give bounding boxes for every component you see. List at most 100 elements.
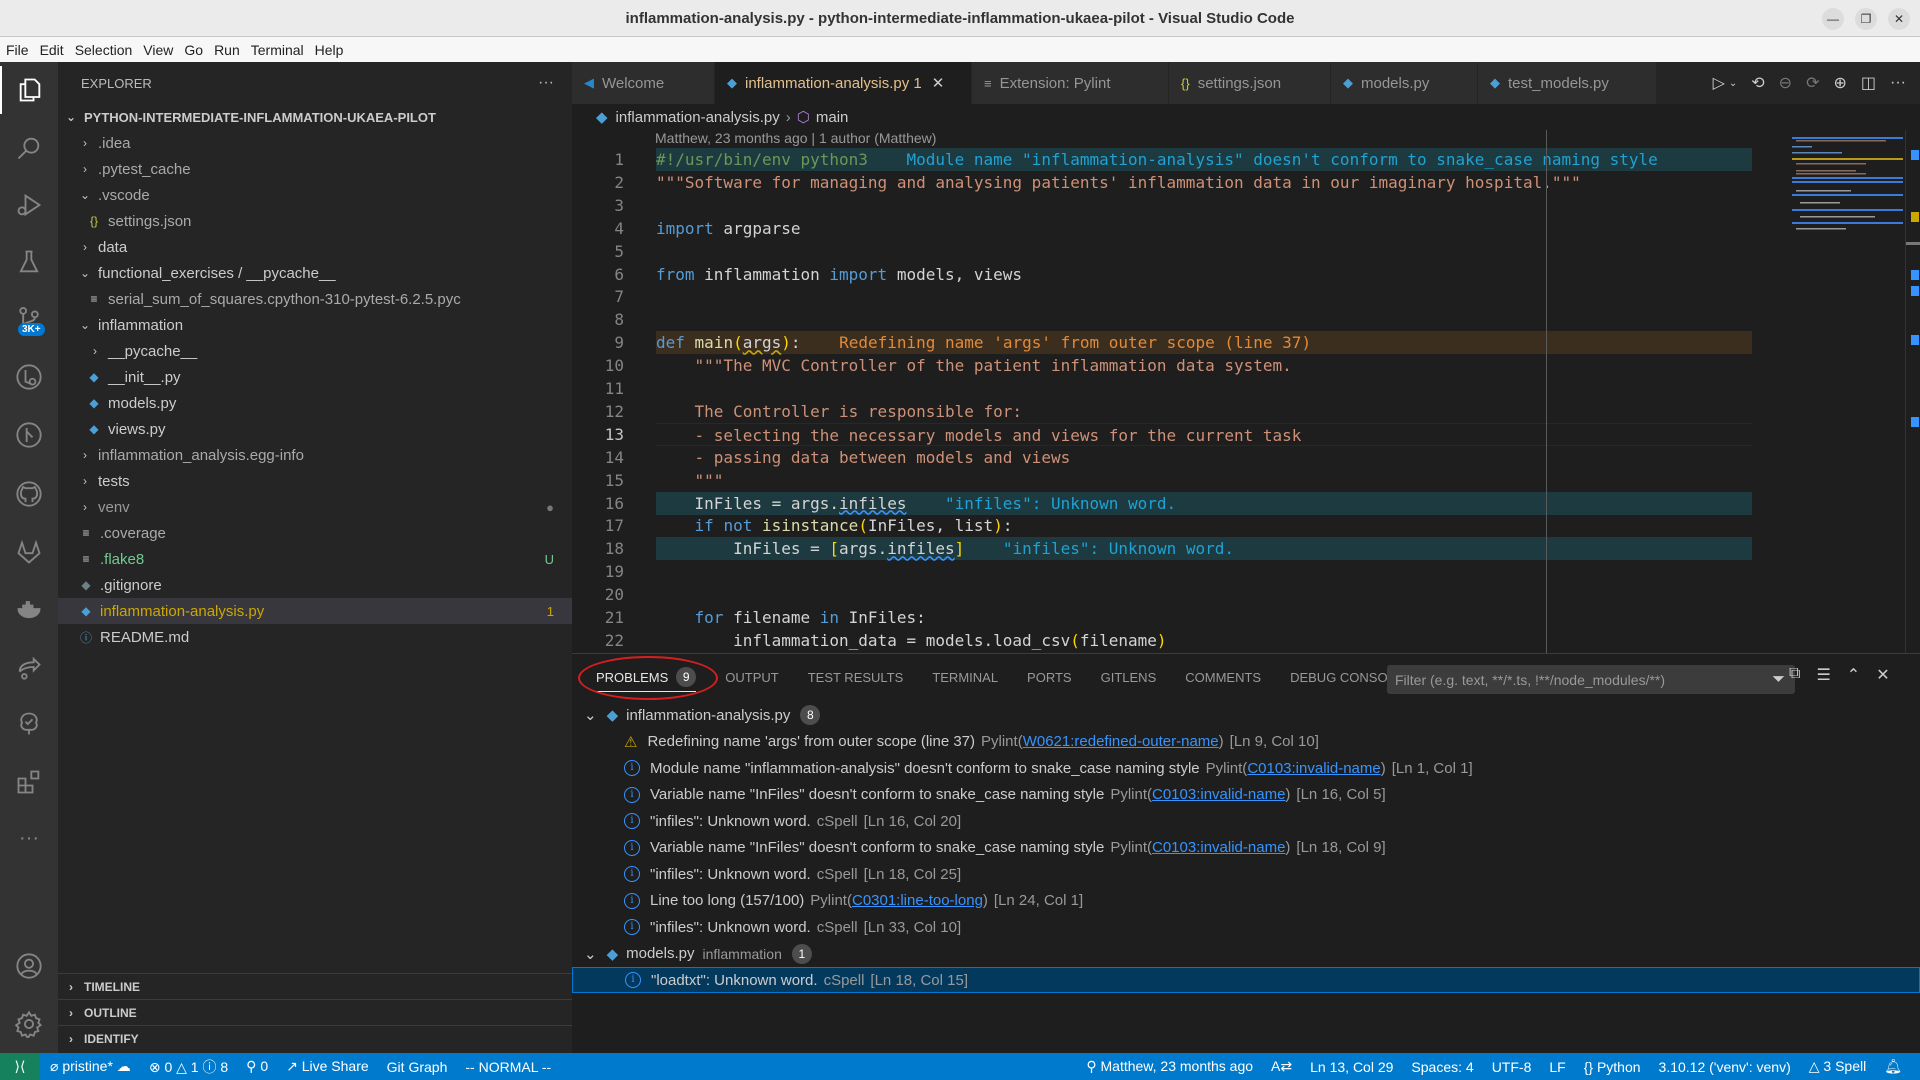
problem-item[interactable]: i "infiles": Unknown word. cSpell [Ln 33, C…: [572, 914, 1920, 940]
menu-help[interactable]: Help: [315, 42, 344, 58]
scroll-thumb[interactable]: [1906, 242, 1920, 245]
tree-item[interactable]: › venv ●: [58, 494, 572, 520]
run-dropdown-icon[interactable]: ⌄: [1729, 78, 1737, 89]
problem-item[interactable]: ⚠ Redefining name 'args' from outer scope…: [572, 729, 1920, 755]
code-line[interactable]: - selecting the necessary models and vie…: [656, 422, 1752, 446]
tree-item[interactable]: ◆ models.py: [58, 390, 572, 416]
live-share-icon[interactable]: [0, 643, 58, 691]
restore-button[interactable]: ❐: [1855, 8, 1877, 30]
minimap[interactable]: [1792, 130, 1903, 653]
breadcrumb-file[interactable]: inflammation-analysis.py: [616, 109, 780, 126]
blame-status[interactable]: ⚲ Matthew, 23 months ago: [1086, 1058, 1253, 1075]
branch-status[interactable]: ⌀ pristine* ☁: [50, 1058, 131, 1075]
indentation[interactable]: Spaces: 4: [1411, 1059, 1473, 1075]
code-line[interactable]: - passing data between models and views: [656, 446, 1752, 469]
section-identify[interactable]: › IDENTIFY: [58, 1025, 572, 1051]
menu-selection[interactable]: Selection: [75, 42, 133, 58]
code-line[interactable]: [656, 583, 1752, 606]
minimize-button[interactable]: —: [1822, 8, 1844, 30]
git-graph-toolbar-icon[interactable]: ⊕: [1833, 73, 1846, 93]
explorer-icon[interactable]: [0, 66, 58, 114]
github-icon[interactable]: [0, 470, 58, 518]
code-line[interactable]: [656, 560, 1752, 583]
tab-models[interactable]: ◆ models.py: [1331, 62, 1478, 104]
problem-code-link[interactable]: C0103:invalid-name: [1152, 786, 1285, 803]
previous-change-icon[interactable]: ⟲: [1751, 73, 1764, 93]
problems-file-group[interactable]: ⌄ ◆ models.py inflammation 1: [572, 941, 1920, 967]
problem-code-link[interactable]: W0621:redefined-outer-name: [1023, 733, 1219, 750]
tree-item[interactable]: ≡ serial_sum_of_squares.cpython-310-pytes…: [58, 286, 572, 312]
filter-icon[interactable]: ⏷: [1772, 671, 1785, 689]
interpreter[interactable]: 3.10.12 ('venv': venv): [1659, 1059, 1791, 1075]
tree-item[interactable]: › data: [58, 234, 572, 260]
more-actions-icon[interactable]: ···: [1890, 74, 1906, 92]
timeline-icon[interactable]: ⊖: [1779, 73, 1792, 93]
tree-item[interactable]: ◆ .gitignore: [58, 572, 572, 598]
split-editor-icon[interactable]: ◫: [1861, 73, 1876, 93]
settings-gear-icon[interactable]: [0, 1000, 58, 1048]
problem-item[interactable]: i "infiles": Unknown word. cSpell [Ln 18, C…: [572, 861, 1920, 887]
code-line[interactable]: """: [656, 469, 1752, 492]
code-line[interactable]: [656, 240, 1752, 263]
panel-tab-ports[interactable]: PORTS: [1027, 654, 1072, 700]
menu-go[interactable]: Go: [184, 42, 203, 58]
tab-test-models[interactable]: ◆ test_models.py: [1478, 62, 1657, 104]
problem-item[interactable]: i Variable name "InFiles" doesn't conform…: [572, 782, 1920, 808]
tree-item[interactable]: ⌄ .vscode: [58, 182, 572, 208]
problem-item[interactable]: i Variable name "InFiles" doesn't conform…: [572, 835, 1920, 861]
code-line[interactable]: #!/usr/bin/env python3 Module name "infl…: [656, 148, 1752, 171]
close-panel-icon[interactable]: ✕: [1876, 665, 1889, 685]
collapse-all-icon[interactable]: ⧉: [1789, 665, 1800, 685]
code-line[interactable]: [656, 194, 1752, 217]
testing-icon[interactable]: [0, 238, 58, 286]
tree-item[interactable]: › .idea: [58, 130, 572, 156]
problem-code-link[interactable]: C0103:invalid-name: [1247, 760, 1380, 777]
code-editor[interactable]: 1 #!/usr/bin/env python3 Module name "inf…: [572, 148, 1792, 653]
close-tab-icon[interactable]: ✕: [932, 74, 945, 92]
translate-icon[interactable]: A⇄: [1271, 1058, 1292, 1075]
tree-item[interactable]: ≡ .flake8 U: [58, 546, 572, 572]
encoding[interactable]: UTF-8: [1492, 1059, 1532, 1075]
tree-item-selected[interactable]: ◆ inflammation-analysis.py 1: [58, 598, 572, 624]
code-line[interactable]: [656, 285, 1752, 308]
close-window-button[interactable]: ✕: [1888, 8, 1910, 30]
extensions-icon[interactable]: [0, 758, 58, 806]
tree-item[interactable]: › __pycache__: [58, 338, 572, 364]
live-share-status[interactable]: ↗ Live Share: [286, 1058, 369, 1075]
problem-item[interactable]: i "infiles": Unknown word. cSpell [Ln 16, C…: [572, 808, 1920, 834]
next-change-icon[interactable]: ⟳: [1806, 73, 1819, 93]
more-views-icon[interactable]: ···: [0, 814, 58, 862]
panel-tab-comments[interactable]: COMMENTS: [1185, 654, 1261, 700]
run-file-icon[interactable]: ▷: [1713, 73, 1725, 93]
tree-item[interactable]: ◆ views.py: [58, 416, 572, 442]
menu-terminal[interactable]: Terminal: [251, 42, 304, 58]
remote-indicator-icon[interactable]: ⟩⟨: [0, 1053, 40, 1080]
problem-code-link[interactable]: C0103:invalid-name: [1152, 839, 1285, 856]
run-debug-icon[interactable]: [0, 181, 58, 229]
menu-run[interactable]: Run: [214, 42, 240, 58]
tab-settings-json[interactable]: {} settings.json: [1169, 62, 1331, 104]
panel-tab-test-results[interactable]: TEST RESULTS: [808, 654, 904, 700]
problem-code-link[interactable]: C0301:line-too-long: [852, 892, 983, 909]
tree-check-icon[interactable]: [0, 700, 58, 748]
menu-edit[interactable]: Edit: [40, 42, 64, 58]
panel-tab-gitlens[interactable]: GITLENS: [1101, 654, 1157, 700]
tree-item[interactable]: › tests: [58, 468, 572, 494]
code-line[interactable]: The Controller is responsible for:: [656, 400, 1752, 423]
workspace-root[interactable]: ⌄ PYTHON-INTERMEDIATE-INFLAMMATION-UKAEA-…: [58, 104, 572, 130]
accounts-icon[interactable]: [0, 942, 58, 990]
code-line[interactable]: from inflammation import models, views: [656, 263, 1752, 286]
panel-tab-output[interactable]: OUTPUT: [725, 654, 778, 700]
tree-item[interactable]: › .pytest_cache: [58, 156, 572, 182]
tree-item[interactable]: ⌄ functional_exercises / __pycache__: [58, 260, 572, 286]
section-timeline[interactable]: › TIMELINE: [58, 973, 572, 999]
problems-status[interactable]: ⊗ 0 △ 1 ⓘ 8: [149, 1057, 228, 1077]
tree-item[interactable]: ≡ .coverage: [58, 520, 572, 546]
gitlab-icon[interactable]: [0, 528, 58, 576]
search-icon[interactable]: [0, 124, 58, 172]
tab-extension-pylint[interactable]: ≡ Extension: Pylint: [972, 62, 1169, 104]
tree-item[interactable]: ⓘ README.md: [58, 624, 572, 650]
view-as-table-icon[interactable]: ☰: [1816, 665, 1830, 685]
problem-item[interactable]: i "loadtxt": Unknown word. cSpell [Ln 18, C…: [572, 967, 1920, 993]
code-line[interactable]: [656, 308, 1752, 331]
